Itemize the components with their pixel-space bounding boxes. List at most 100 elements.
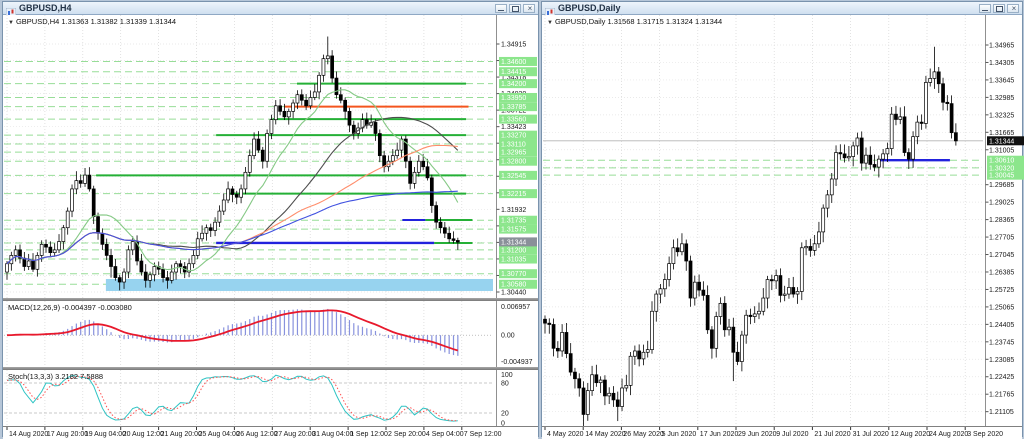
chart-window-h4[interactable]: GBPUSD,H4 × ▼GBPUSD,H4 1.31363 1.31382 1… bbox=[2, 1, 539, 437]
support-zone-layer bbox=[106, 279, 493, 291]
svg-text:1.31344: 1.31344 bbox=[501, 239, 526, 246]
svg-text:1.32215: 1.32215 bbox=[501, 191, 526, 198]
svg-text:80: 80 bbox=[501, 381, 509, 388]
svg-text:1.30440: 1.30440 bbox=[501, 290, 526, 297]
svg-text:1.29685: 1.29685 bbox=[989, 182, 1014, 189]
svg-text:1.24405: 1.24405 bbox=[989, 322, 1014, 329]
svg-text:1.34200: 1.34200 bbox=[501, 81, 526, 88]
svg-text:1.34965: 1.34965 bbox=[989, 43, 1014, 50]
macd-axis[interactable]: 0.0069570.00-0.004937 bbox=[497, 301, 533, 367]
svg-text:1.34305: 1.34305 bbox=[989, 60, 1014, 67]
stoch-label: Stoch(13,3,3) 3.2182 7.5888 bbox=[8, 372, 103, 381]
svg-text:1.22425: 1.22425 bbox=[989, 374, 1014, 381]
restore-button[interactable] bbox=[993, 4, 1005, 13]
svg-text:1.33560: 1.33560 bbox=[501, 117, 526, 124]
svg-text:1.26385: 1.26385 bbox=[989, 269, 1014, 276]
svg-text:14 May 2020: 14 May 2020 bbox=[585, 431, 626, 438]
svg-text:17 Jun 2020: 17 Jun 2020 bbox=[700, 431, 739, 438]
titlebar-daily[interactable]: GBPUSD,Daily × bbox=[542, 2, 1022, 15]
ohlc-info: ▼GBPUSD,Daily 1.31568 1.31715 1.31324 1.… bbox=[547, 17, 722, 26]
svg-text:17 Aug 20:00: 17 Aug 20:00 bbox=[47, 431, 88, 438]
svg-text:1.29025: 1.29025 bbox=[989, 200, 1014, 207]
symbol-dropdown-icon[interactable]: ▼ bbox=[8, 20, 14, 26]
svg-text:1.31932: 1.31932 bbox=[501, 207, 526, 214]
svg-text:1.25725: 1.25725 bbox=[989, 287, 1014, 294]
svg-text:2 Sep 20:00: 2 Sep 20:00 bbox=[388, 431, 426, 438]
time-labels: 14 Aug 202017 Aug 20:0019 Aug 04:0020 Au… bbox=[7, 427, 502, 438]
svg-text:24 Aug 2020: 24 Aug 2020 bbox=[929, 431, 968, 438]
svg-text:1.33110: 1.33110 bbox=[501, 142, 526, 149]
svg-text:1.31344: 1.31344 bbox=[989, 138, 1014, 145]
svg-text:1.31005: 1.31005 bbox=[989, 147, 1014, 154]
svg-text:1.34915: 1.34915 bbox=[501, 42, 526, 49]
svg-text:4 Sep 04:00: 4 Sep 04:00 bbox=[426, 431, 464, 438]
support-resistance-dashed-layer bbox=[4, 61, 493, 284]
svg-text:3 Sep 2020: 3 Sep 2020 bbox=[967, 431, 1003, 438]
svg-text:1.23085: 1.23085 bbox=[989, 357, 1014, 364]
stoch-axis[interactable]: 10080200 bbox=[497, 370, 513, 426]
svg-text:0.00: 0.00 bbox=[501, 333, 515, 340]
svg-text:12 Aug 2020: 12 Aug 2020 bbox=[891, 431, 930, 438]
svg-text:1.21765: 1.21765 bbox=[989, 392, 1014, 399]
svg-text:1.31665: 1.31665 bbox=[989, 130, 1014, 137]
svg-text:20 Aug 12:00: 20 Aug 12:00 bbox=[123, 431, 164, 438]
close-button[interactable]: × bbox=[1007, 4, 1019, 13]
svg-text:1.27705: 1.27705 bbox=[989, 235, 1014, 242]
svg-text:25 Aug 04:00: 25 Aug 04:00 bbox=[199, 431, 240, 438]
svg-text:1.30580: 1.30580 bbox=[501, 282, 526, 289]
time-axis-h4[interactable]: 14 Aug 202017 Aug 20:0019 Aug 04:0020 Au… bbox=[3, 426, 538, 439]
candles-layer bbox=[544, 47, 958, 426]
time-labels: 4 May 202014 May 202026 May 20205 Jun 20… bbox=[545, 427, 1003, 438]
svg-text:-0.004937: -0.004937 bbox=[501, 359, 533, 366]
svg-text:1.33645: 1.33645 bbox=[989, 77, 1014, 84]
svg-text:1.31735: 1.31735 bbox=[501, 218, 526, 225]
svg-text:7 Sep 12:00: 7 Sep 12:00 bbox=[464, 431, 502, 438]
svg-text:1.31200: 1.31200 bbox=[501, 247, 526, 254]
price-axis[interactable]: 1.349151.346171.343181.340201.337221.334… bbox=[497, 15, 538, 298]
svg-text:1.28365: 1.28365 bbox=[989, 217, 1014, 224]
svg-text:9 Jul 2020: 9 Jul 2020 bbox=[776, 431, 808, 438]
svg-text:1.32965: 1.32965 bbox=[501, 150, 526, 157]
main-chart-canvas-h4[interactable]: 1.349151.346171.343181.340201.337221.334… bbox=[3, 15, 540, 298]
svg-text:31 Jul 2020: 31 Jul 2020 bbox=[853, 431, 889, 438]
svg-text:20: 20 bbox=[501, 411, 509, 418]
ma-medium-orange bbox=[7, 145, 458, 263]
svg-text:1.34415: 1.34415 bbox=[501, 69, 526, 76]
titlebar-h4[interactable]: GBPUSD,H4 × bbox=[3, 2, 538, 15]
svg-text:1.33423: 1.33423 bbox=[501, 124, 526, 131]
svg-text:1.31575: 1.31575 bbox=[501, 227, 526, 234]
symbol-dropdown-icon[interactable]: ▼ bbox=[547, 20, 553, 26]
svg-text:1.34600: 1.34600 bbox=[501, 59, 526, 66]
svg-text:27 Aug 20:00: 27 Aug 20:00 bbox=[274, 431, 315, 438]
svg-text:29 Jun 2020: 29 Jun 2020 bbox=[738, 431, 777, 438]
svg-text:1.27045: 1.27045 bbox=[989, 252, 1014, 259]
ohlc-text: GBPUSD,Daily 1.31568 1.31715 1.31324 1.3… bbox=[555, 17, 722, 26]
svg-text:1.32325: 1.32325 bbox=[989, 112, 1014, 119]
main-chart-canvas-daily[interactable]: 1.34965 1.34305 1.33645 1.32985 1.32325 1.316… bbox=[542, 15, 1024, 426]
chart-icon bbox=[545, 4, 555, 13]
time-axis-daily[interactable]: 4 May 202014 May 202026 May 20205 Jun 20… bbox=[542, 426, 1022, 439]
chart-window-daily[interactable]: GBPUSD,Daily × ▼GBPUSD,Daily 1.31568 1.3… bbox=[541, 1, 1023, 437]
chart-body-daily: ▼GBPUSD,Daily 1.31568 1.31715 1.31324 1.… bbox=[542, 15, 1022, 436]
svg-text:1.30770: 1.30770 bbox=[501, 271, 526, 278]
window-title: GBPUSD,H4 bbox=[19, 3, 72, 13]
svg-text:1.31035: 1.31035 bbox=[501, 257, 526, 264]
chart-body-h4: ▼GBPUSD,H4 1.31363 1.31382 1.31339 1.313… bbox=[3, 15, 538, 436]
window-title: GBPUSD,Daily bbox=[558, 3, 621, 13]
chart-icon bbox=[6, 4, 16, 13]
minimize-button[interactable] bbox=[979, 4, 991, 13]
svg-text:1.23745: 1.23745 bbox=[989, 339, 1014, 346]
ohlc-info: ▼GBPUSD,H4 1.31363 1.31382 1.31339 1.313… bbox=[8, 17, 176, 26]
svg-text:1.25065: 1.25065 bbox=[989, 304, 1014, 311]
svg-text:1.32985: 1.32985 bbox=[989, 95, 1014, 102]
svg-text:26 May 2020: 26 May 2020 bbox=[623, 431, 664, 438]
restore-button[interactable] bbox=[509, 4, 521, 13]
svg-text:5 Jun 2020: 5 Jun 2020 bbox=[662, 431, 697, 438]
mt5-workspace: { "workspace": {"bg": "#b6c6d8"}, "color… bbox=[0, 0, 1024, 439]
price-axis[interactable]: 1.34965 1.34305 1.33645 1.32985 1.32325 1.316… bbox=[986, 15, 1024, 426]
svg-text:1 Sep 12:00: 1 Sep 12:00 bbox=[350, 431, 388, 438]
minimize-button[interactable] bbox=[495, 4, 507, 13]
ohlc-text: GBPUSD,H4 1.31363 1.31382 1.31339 1.3134… bbox=[16, 17, 176, 26]
close-button[interactable]: × bbox=[523, 4, 535, 13]
svg-text:14 Aug 2020: 14 Aug 2020 bbox=[9, 431, 48, 438]
